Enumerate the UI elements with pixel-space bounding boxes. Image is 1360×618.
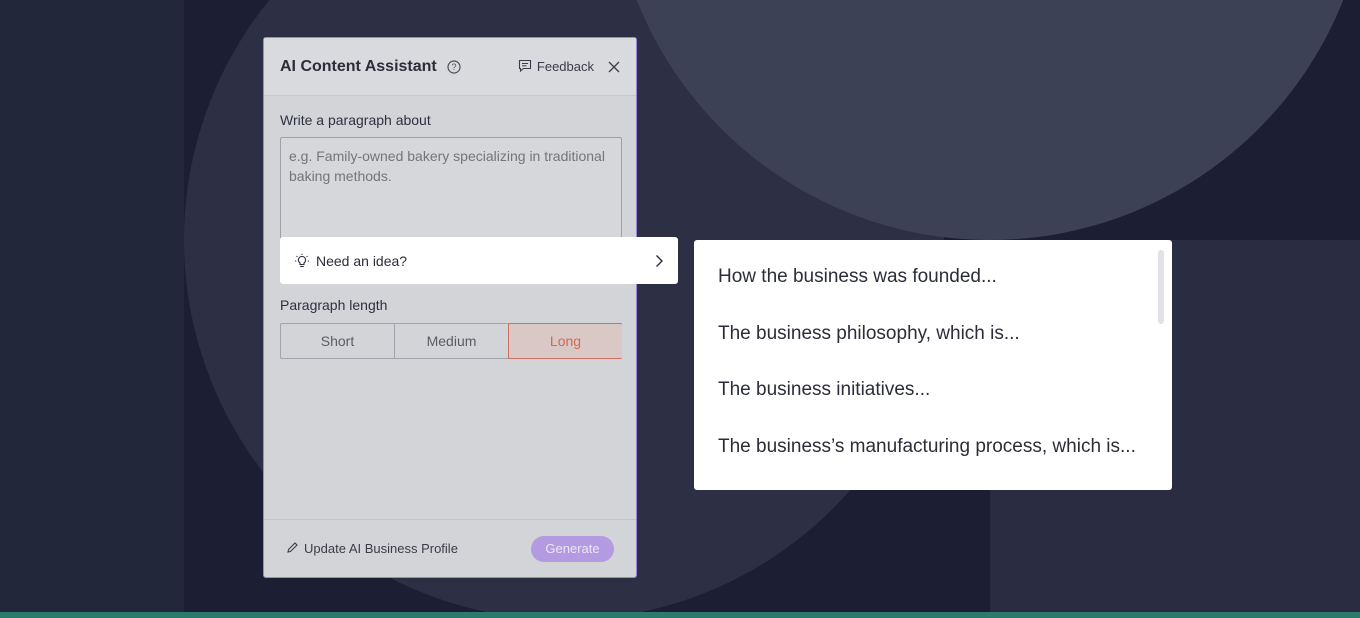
svg-text:?: ? bbox=[451, 62, 456, 72]
lightbulb-icon bbox=[294, 253, 310, 269]
scrollbar[interactable] bbox=[1158, 250, 1164, 324]
suggestion-item[interactable]: How the business was founded... bbox=[718, 266, 997, 288]
panel-header: AI Content Assistant ? Feedback bbox=[264, 38, 636, 96]
feedback-icon bbox=[518, 59, 532, 75]
need-idea-label: Need an idea? bbox=[316, 252, 408, 269]
prompt-label: Write a paragraph about bbox=[280, 112, 431, 128]
length-label: Paragraph length bbox=[280, 297, 388, 313]
idea-suggestions-popover: How the business was founded... The busi… bbox=[694, 240, 1172, 490]
need-idea-button[interactable]: Need an idea? bbox=[280, 237, 678, 284]
bg-bottom-strip bbox=[0, 612, 1360, 618]
length-option-short[interactable]: Short bbox=[281, 324, 395, 358]
suggestion-item[interactable]: The business initiatives... bbox=[718, 379, 930, 401]
suggestion-item[interactable]: The business’s manufacturing process, wh… bbox=[718, 436, 1136, 458]
pencil-icon bbox=[286, 541, 299, 557]
topic-textarea[interactable] bbox=[280, 137, 622, 239]
help-icon[interactable]: ? bbox=[447, 59, 461, 74]
suggestion-item[interactable]: The business philosophy, which is... bbox=[718, 323, 1020, 345]
length-segmented-control: Short Medium Long bbox=[280, 323, 622, 359]
panel-footer: Update AI Business Profile Generate bbox=[264, 519, 636, 577]
length-option-medium[interactable]: Medium bbox=[395, 324, 509, 358]
close-icon[interactable] bbox=[608, 61, 620, 73]
generate-button[interactable]: Generate bbox=[531, 535, 614, 562]
feedback-label: Feedback bbox=[536, 59, 594, 74]
update-profile-button[interactable]: Update AI Business Profile bbox=[286, 541, 458, 557]
ai-content-assistant-panel: AI Content Assistant ? Feedback Write a … bbox=[263, 37, 637, 578]
bg-band bbox=[0, 0, 184, 618]
length-option-long[interactable]: Long bbox=[508, 323, 622, 359]
chevron-right-icon bbox=[654, 254, 664, 268]
panel-title: AI Content Assistant bbox=[280, 57, 437, 75]
update-profile-label: Update AI Business Profile bbox=[304, 541, 458, 556]
feedback-button[interactable]: Feedback bbox=[518, 59, 594, 75]
